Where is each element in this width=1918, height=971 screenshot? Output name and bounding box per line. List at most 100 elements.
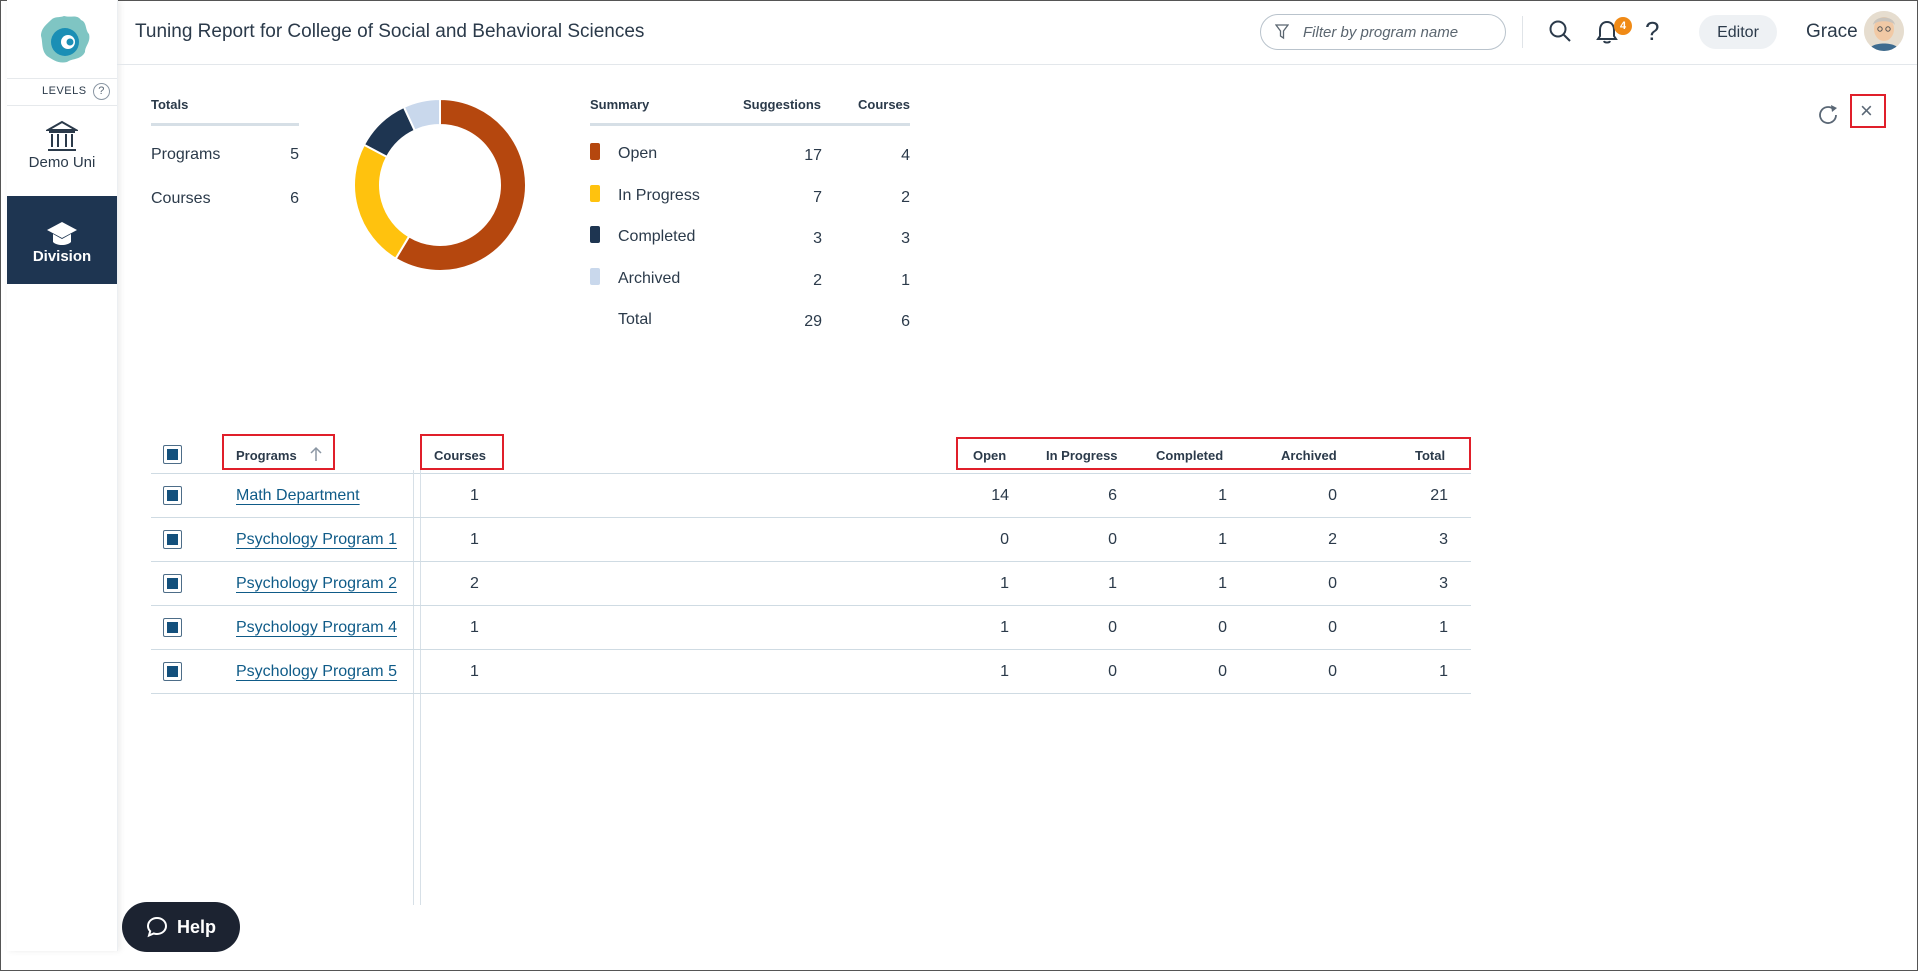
in-progress-cell: 0 xyxy=(1108,531,1117,548)
chat-bubble-icon xyxy=(146,916,168,938)
summary-suggestions: 29 xyxy=(804,313,822,330)
summary-row-total: Total 29 6 xyxy=(590,311,910,333)
summary-courses: 3 xyxy=(901,230,910,247)
open-cell: 0 xyxy=(1000,531,1009,548)
totals-heading: Totals xyxy=(151,97,189,112)
courses-column-header[interactable]: Courses xyxy=(434,448,486,463)
editor-role-button[interactable]: Editor xyxy=(1699,15,1777,49)
in-progress-column-header[interactable]: In Progress xyxy=(1046,448,1118,463)
row-checkbox[interactable] xyxy=(163,486,182,505)
archived-cell: 2 xyxy=(1328,531,1337,548)
summary-row-archived: Archived 2 1 xyxy=(590,268,910,292)
summary-suggestions: 2 xyxy=(813,272,822,289)
completed-cell: 1 xyxy=(1218,531,1227,548)
program-filter[interactable] xyxy=(1260,14,1506,50)
completed-cell: 0 xyxy=(1218,619,1227,636)
summary-suggestions: 7 xyxy=(813,189,822,206)
open-column-header[interactable]: Open xyxy=(973,448,1006,463)
open-cell: 1 xyxy=(1000,663,1009,680)
sidebar: LEVELS ? Demo Uni Division xyxy=(7,0,118,951)
programs-column-header[interactable]: Programs xyxy=(236,448,297,463)
column-resize-handle[interactable] xyxy=(413,470,421,905)
close-icon: × xyxy=(1860,98,1873,123)
open-cell: 1 xyxy=(1000,575,1009,592)
in-progress-cell: 1 xyxy=(1108,575,1117,592)
close-button[interactable]: × xyxy=(1850,94,1886,128)
summary-row-in-progress: In Progress 7 2 xyxy=(590,185,910,209)
avatar[interactable] xyxy=(1864,11,1904,51)
summary-suggestions: 3 xyxy=(813,230,822,247)
top-header: Tuning Report for College of Social and … xyxy=(117,0,1917,65)
donut-segment-in-progress xyxy=(353,143,411,261)
sort-ascending-icon[interactable] xyxy=(309,446,323,462)
sidebar-item-demo-uni[interactable]: Demo Uni xyxy=(7,120,117,190)
row-checkbox[interactable] xyxy=(163,574,182,593)
total-cell: 1 xyxy=(1439,663,1448,680)
total-cell: 21 xyxy=(1430,487,1448,504)
refresh-icon[interactable] xyxy=(1815,102,1841,128)
sidebar-item-label: Division xyxy=(32,248,92,265)
row-divider xyxy=(151,605,1471,606)
total-column-header[interactable]: Total xyxy=(1415,448,1445,463)
sidebar-item-label: Demo Uni xyxy=(28,154,96,171)
total-cell: 1 xyxy=(1439,619,1448,636)
user-avatar-icon xyxy=(1864,11,1904,51)
help-question-icon[interactable]: ? xyxy=(1645,16,1659,47)
summary-label: Total xyxy=(618,311,652,328)
select-all-checkbox[interactable] xyxy=(163,445,182,464)
summary-label: Completed xyxy=(618,228,696,245)
levels-help-icon[interactable]: ? xyxy=(93,83,110,100)
help-label: Help xyxy=(177,917,217,937)
user-name[interactable]: Grace xyxy=(1806,21,1858,43)
completed-column-header[interactable]: Completed xyxy=(1156,448,1223,463)
program-link[interactable]: Psychology Program 2 xyxy=(236,575,397,593)
archived-cell: 0 xyxy=(1328,663,1337,680)
summary-heading: Summary xyxy=(590,97,650,112)
header-divider xyxy=(1522,16,1523,48)
graduation-cap-icon xyxy=(47,222,77,245)
totals-label: Courses xyxy=(151,190,211,207)
courses-cell: 2 xyxy=(470,575,479,592)
courses-cell: 1 xyxy=(470,531,479,548)
summary-courses: 4 xyxy=(901,147,910,164)
program-link[interactable]: Math Department xyxy=(236,487,360,505)
summary-courses: 6 xyxy=(901,313,910,330)
courses-cell: 1 xyxy=(470,487,479,504)
row-divider xyxy=(151,517,1471,518)
summary-suggestions: 17 xyxy=(804,147,822,164)
courses-cell: 1 xyxy=(470,663,479,680)
summary-col-courses: Courses xyxy=(858,97,911,112)
summary-courses: 2 xyxy=(901,189,910,206)
row-checkbox[interactable] xyxy=(163,618,182,637)
row-divider xyxy=(151,561,1471,562)
summary-divider xyxy=(590,123,910,126)
archived-column-header[interactable]: Archived xyxy=(1281,448,1337,463)
summary-row-open: Open 17 4 xyxy=(590,143,910,167)
program-link[interactable]: Psychology Program 1 xyxy=(236,531,397,549)
row-divider xyxy=(151,693,1471,694)
total-cell: 3 xyxy=(1439,575,1448,592)
in-progress-cell: 0 xyxy=(1108,663,1117,680)
help-button[interactable]: Help xyxy=(122,902,240,952)
in-progress-cell: 6 xyxy=(1108,487,1117,504)
open-cell: 1 xyxy=(1000,619,1009,636)
row-checkbox[interactable] xyxy=(163,530,182,549)
page-title: Tuning Report for College of Social and … xyxy=(135,21,645,42)
levels-header: LEVELS ? xyxy=(7,78,117,106)
row-checkbox[interactable] xyxy=(163,662,182,681)
completed-cell: 0 xyxy=(1218,663,1227,680)
program-filter-input[interactable] xyxy=(1301,21,1495,43)
levels-label: LEVELS xyxy=(42,85,87,97)
program-link[interactable]: Psychology Program 5 xyxy=(236,663,397,681)
legend-swatch xyxy=(590,143,600,160)
program-link[interactable]: Psychology Program 4 xyxy=(236,619,397,637)
search-icon[interactable] xyxy=(1548,19,1572,43)
legend-swatch xyxy=(590,268,600,285)
notification-badge: 4 xyxy=(1614,17,1632,35)
summary-label: In Progress xyxy=(618,187,700,204)
totals-value: 6 xyxy=(290,190,299,207)
summary-label: Open xyxy=(618,145,658,162)
app-logo-icon[interactable] xyxy=(37,12,91,66)
legend-swatch xyxy=(590,185,600,202)
sidebar-item-division[interactable]: Division xyxy=(7,196,117,284)
